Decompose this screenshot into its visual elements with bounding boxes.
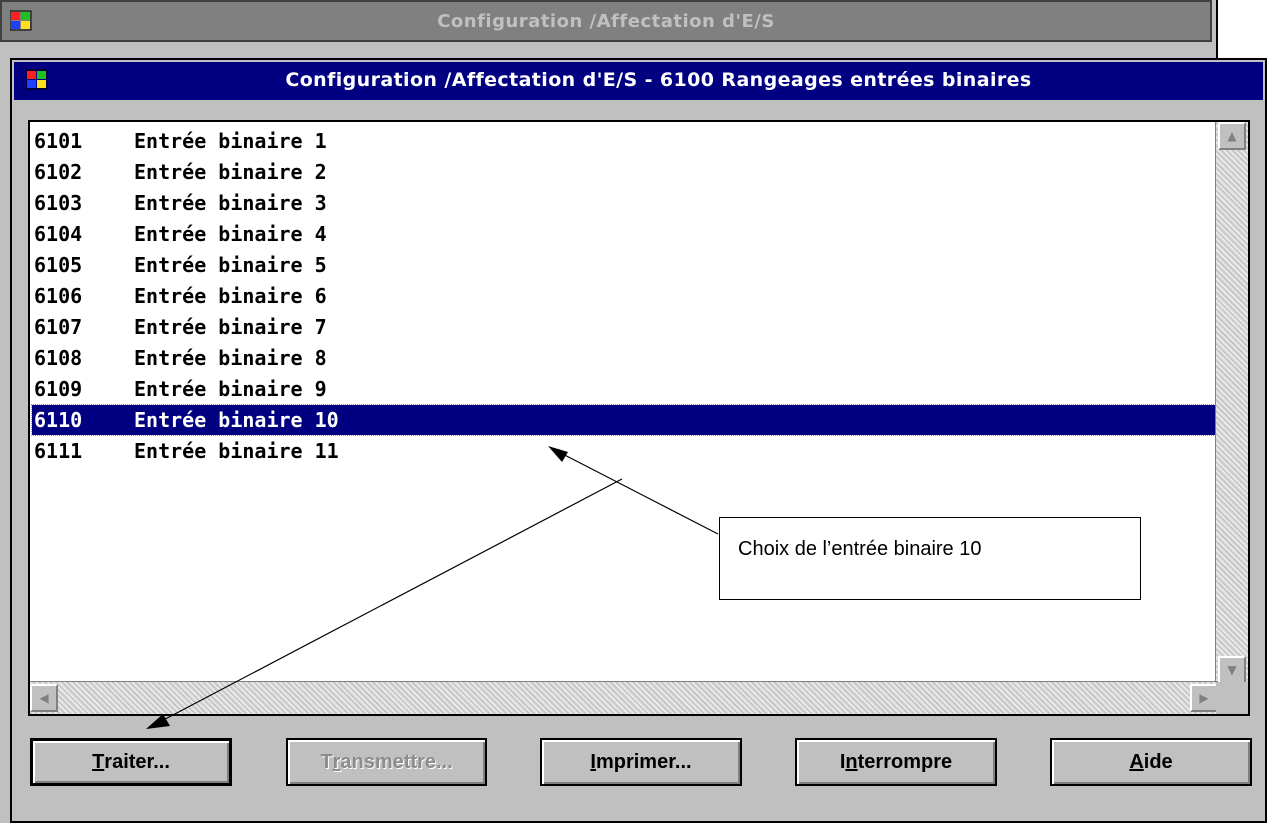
list-item-6107[interactable]: 6107 Entrée binaire 7 xyxy=(32,312,1215,342)
annotation-callout: Choix de l’entrée binaire 10 xyxy=(719,517,1141,600)
triangle-down-icon[interactable]: ▼ xyxy=(1218,656,1246,684)
item-code: 6101 xyxy=(34,129,83,153)
traiter-button[interactable]: Traiter... xyxy=(30,738,232,786)
item-code: 6106 xyxy=(34,284,83,308)
traiter-hotkey: T xyxy=(92,750,105,773)
list-item-6106[interactable]: 6106 Entrée binaire 6 xyxy=(32,281,1215,311)
dialog-title: Configuration /Affectation d'E/S - 6100 … xyxy=(285,69,1032,91)
list-item-6101[interactable]: 6101 Entrée binaire 1 xyxy=(32,126,1215,156)
transmettre-button: Tr ansmettre... xyxy=(286,738,487,786)
item-code: 6102 xyxy=(34,160,83,184)
item-label: Entrée binaire 7 xyxy=(134,315,327,339)
transmettre-label: ansmettre... xyxy=(340,750,453,773)
outer-window-title: Configuration /Affectation d'E/S xyxy=(437,11,775,32)
item-code: 6105 xyxy=(34,253,83,277)
item-label: Entrée binaire 10 xyxy=(134,408,339,432)
dialog-window: Configuration /Affectation d'E/S - 6100 … xyxy=(10,58,1267,823)
list-item-6111[interactable]: 6111 Entrée binaire 11 xyxy=(32,436,1215,466)
item-label: Entrée binaire 11 xyxy=(134,439,339,463)
triangle-right-icon[interactable]: ▶ xyxy=(1190,684,1218,712)
transmettre-prefix: T xyxy=(320,750,333,773)
item-code: 6110 xyxy=(34,408,83,432)
list-item-6109[interactable]: 6109 Entrée binaire 9 xyxy=(32,374,1215,404)
item-label: Entrée binaire 3 xyxy=(134,191,327,215)
imprimer-label: mprimer... xyxy=(595,750,692,773)
item-code: 6104 xyxy=(34,222,83,246)
list-item-6102[interactable]: 6102 Entrée binaire 2 xyxy=(32,157,1215,187)
item-code: 6107 xyxy=(34,315,83,339)
item-label: Entrée binaire 2 xyxy=(134,160,327,184)
triangle-left-icon[interactable]: ◀ xyxy=(30,684,58,712)
item-label: Entrée binaire 4 xyxy=(134,222,327,246)
item-code: 6108 xyxy=(34,346,83,370)
item-label: Entrée binaire 1 xyxy=(134,129,327,153)
aide-hotkey: A xyxy=(1129,750,1144,773)
vertical-scrollbar[interactable]: ▲ ▼ xyxy=(1215,122,1248,684)
traiter-label: raiter... xyxy=(104,750,170,773)
item-code: 6103 xyxy=(34,191,83,215)
item-code: 6109 xyxy=(34,377,83,401)
outer-titlebar[interactable]: Configuration /Affectation d'E/S xyxy=(0,0,1212,42)
annotation-text: Choix de l’entrée binaire 10 xyxy=(738,538,982,560)
item-code: 6111 xyxy=(34,439,83,463)
imprimer-button[interactable]: Imprimer... xyxy=(540,738,742,786)
list-item-6105[interactable]: 6105 Entrée binaire 5 xyxy=(32,250,1215,280)
transmettre-hotkey: r xyxy=(332,750,341,773)
triangle-up-icon[interactable]: ▲ xyxy=(1218,122,1246,150)
interrompre-label: terrompre xyxy=(857,750,953,773)
list-item-6104[interactable]: 6104 Entrée binaire 4 xyxy=(32,219,1215,249)
aide-button[interactable]: Aide xyxy=(1050,738,1252,786)
dialog-titlebar[interactable]: Configuration /Affectation d'E/S - 6100 … xyxy=(14,62,1263,100)
list-item-6108[interactable]: 6108 Entrée binaire 8 xyxy=(32,343,1215,373)
aide-label: ide xyxy=(1143,750,1173,773)
item-label: Entrée binaire 8 xyxy=(134,346,327,370)
item-label: Entrée binaire 9 xyxy=(134,377,327,401)
entries-listbox[interactable]: 6101 Entrée binaire 1 6102 Entrée binaire … xyxy=(28,120,1250,716)
interrompre-hotkey: n xyxy=(845,750,858,773)
list-item-6103[interactable]: 6103 Entrée binaire 3 xyxy=(32,188,1215,218)
item-label: Entrée binaire 5 xyxy=(134,253,327,277)
horizontal-scrollbar[interactable]: ◀ ▶ xyxy=(30,681,1218,714)
list-item-6110-selected[interactable]: 6110 Entrée binaire 10 xyxy=(31,404,1216,436)
scrollbar-corner xyxy=(1216,682,1248,714)
item-label: Entrée binaire 6 xyxy=(134,284,327,308)
interrompre-button[interactable]: In terrompre xyxy=(795,738,997,786)
